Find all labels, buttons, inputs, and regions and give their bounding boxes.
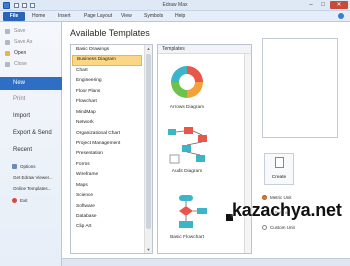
quick-redo-icon[interactable] [30, 3, 35, 8]
backstage-options[interactable]: Options [20, 164, 36, 169]
page-title: Available Templates [70, 28, 150, 38]
backstage-get-viewer[interactable]: Get Edraw Viewer... [13, 175, 53, 180]
help-icon[interactable] [338, 13, 344, 19]
backstage-print[interactable]: Print [13, 96, 25, 102]
category-item[interactable]: Clip Art [72, 222, 142, 232]
save-as-icon [5, 40, 10, 45]
scroll-thumb[interactable] [146, 54, 151, 229]
app-icon[interactable] [3, 2, 10, 9]
status-bar [62, 258, 350, 266]
quick-undo-icon[interactable] [22, 3, 27, 8]
backstage-nav: Save Save As Open Close New Print Import… [0, 22, 62, 266]
category-item[interactable]: MindMap [72, 108, 142, 118]
backstage-recent[interactable]: Recent [13, 147, 32, 153]
watermark: kazachya.net [232, 200, 342, 220]
backstage-save-as-label: Save As [14, 39, 33, 45]
category-item[interactable]: Organizational Chart [72, 129, 142, 139]
create-button-label: Create [271, 175, 287, 180]
backstage-online-templates[interactable]: Online Templates... [13, 186, 51, 191]
templates-panel: Templates Arrows Diagram Audit Diagram B… [157, 44, 252, 254]
category-item[interactable]: Basic Drawings [72, 45, 142, 55]
template-preview [262, 38, 338, 138]
folder-icon [5, 51, 10, 56]
backstage-import[interactable]: Import [13, 113, 30, 119]
category-item[interactable]: Project Management [72, 139, 142, 149]
category-list-panel: Basic Drawings Business Diagram Chart Engin… [70, 44, 153, 254]
window-title: Edraw Max [162, 2, 188, 8]
backstage-save-label: Save [14, 28, 26, 34]
backstage-exit[interactable]: Exit [20, 198, 28, 203]
minimize-button[interactable]: – [305, 1, 317, 9]
create-button[interactable]: Create [264, 153, 294, 185]
template-label: Arrows Diagram [169, 105, 205, 110]
options-icon [12, 164, 17, 169]
tab-file[interactable]: File [3, 12, 25, 21]
template-arrows-diagram[interactable]: Arrows Diagram [162, 59, 242, 117]
category-item[interactable]: Chart [72, 66, 142, 76]
category-item[interactable]: Maps [72, 181, 142, 191]
category-item[interactable]: Business Diagram [72, 55, 142, 66]
backstage-new[interactable]: New [0, 77, 62, 90]
exit-icon [12, 198, 17, 203]
category-item[interactable]: Science [72, 191, 142, 201]
unit-label: Custom Unit [270, 225, 295, 230]
radio-dot[interactable] [262, 225, 267, 230]
tab-help[interactable]: Help [175, 13, 185, 19]
templates-header: Templates [158, 45, 251, 54]
radio-custom-unit[interactable]: Custom Unit [262, 224, 322, 232]
category-item[interactable]: Engineering [72, 76, 142, 86]
category-item[interactable]: Floor Plans [72, 87, 142, 97]
template-label: Basic Flowchart [170, 235, 204, 240]
save-icon [5, 29, 10, 34]
backstage-export-send[interactable]: Export & Send [13, 130, 52, 136]
quick-save-icon[interactable] [14, 3, 19, 8]
category-item[interactable]: Software [72, 202, 142, 212]
ribbon-tab-bar: File Home Insert Page Layout View Symbol… [0, 11, 350, 22]
category-item[interactable]: Forms [72, 160, 142, 170]
template-label: Audit Diagram [171, 169, 203, 174]
tab-home[interactable]: Home [32, 13, 45, 19]
category-scrollbar[interactable]: ▲ ▼ [144, 45, 152, 253]
backstage-save-as[interactable]: Save As [2, 38, 60, 47]
category-item[interactable]: Wireframe [72, 170, 142, 180]
backstage-open-label: Open [14, 50, 27, 56]
backstage-close-label: Close [14, 61, 27, 67]
category-item[interactable]: Network [72, 118, 142, 128]
backstage-save[interactable]: Save [2, 27, 60, 36]
tab-view[interactable]: View [121, 13, 132, 19]
backstage-close[interactable]: Close [2, 60, 60, 69]
new-document-icon [275, 157, 284, 168]
close-document-icon [5, 62, 10, 67]
scroll-down-icon[interactable]: ▼ [146, 247, 151, 252]
audit-flow-icon [168, 127, 207, 164]
tab-symbols[interactable]: Symbols [144, 13, 163, 19]
template-audit-diagram[interactable]: Audit Diagram [162, 123, 242, 181]
title-bar: Edraw Max – □ ✕ [0, 0, 350, 11]
maximize-button[interactable]: □ [317, 1, 329, 9]
templates-scrollbar[interactable] [244, 54, 251, 253]
category-list: Basic Drawings Business Diagram Chart Engin… [72, 45, 142, 233]
flowchart-icon [179, 195, 207, 228]
category-item[interactable]: Flowchart [72, 97, 142, 107]
category-item[interactable]: Database [72, 212, 142, 222]
backstage-open[interactable]: Open [2, 49, 60, 58]
tab-insert[interactable]: Insert [58, 13, 71, 19]
arrows-cycle-icon [171, 66, 203, 98]
category-item[interactable]: Presentation [72, 149, 142, 159]
tab-page-layout[interactable]: Page Layout [84, 13, 112, 19]
close-button[interactable]: ✕ [330, 1, 348, 9]
scroll-up-icon[interactable]: ▲ [146, 46, 151, 51]
